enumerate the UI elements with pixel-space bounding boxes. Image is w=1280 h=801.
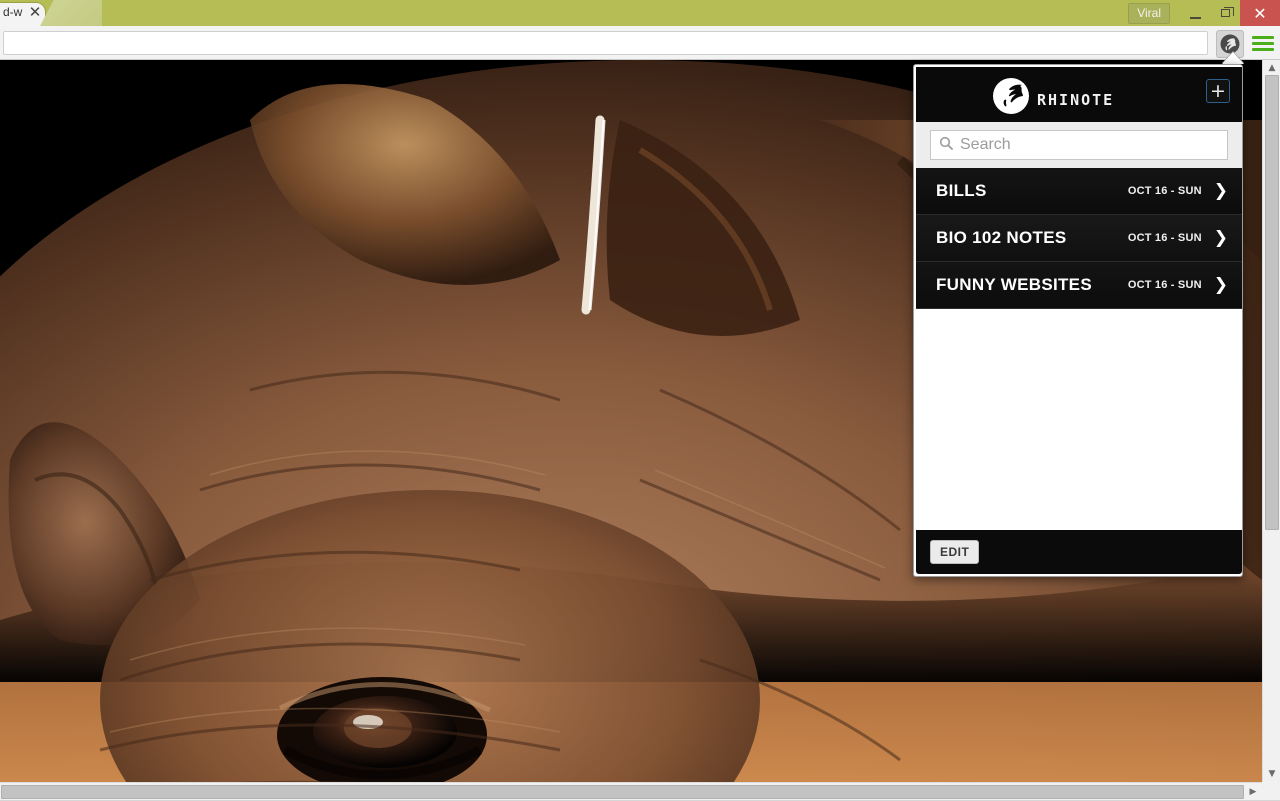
vertical-scrollbar[interactable]: ▲ ▼ (1262, 60, 1280, 782)
edit-button[interactable]: EDIT (930, 540, 979, 564)
vertical-scrollbar-thumb[interactable] (1265, 75, 1279, 530)
note-title: BILLS (936, 181, 1128, 201)
scroll-right-arrow-icon[interactable]: ▶ (1244, 783, 1262, 801)
scrollbar-corner (1262, 782, 1280, 800)
note-title: BIO 102 NOTES (936, 228, 1128, 248)
note-list-item[interactable]: BILLS OCT 16 - SUN ❯ (916, 168, 1242, 215)
scroll-up-arrow-icon[interactable]: ▲ (1263, 60, 1280, 76)
tab-strip-filler (40, 0, 102, 26)
popup-header: RHINOTE + (916, 67, 1242, 122)
popup-pointer-arrow (1222, 52, 1244, 64)
add-note-button[interactable]: + (1206, 79, 1230, 103)
chrome-menu-icon[interactable] (1252, 32, 1274, 54)
tab-strip: d-w ✕ Viral ✕ (0, 0, 1280, 26)
chevron-right-icon[interactable]: ❯ (1214, 275, 1228, 295)
note-date: OCT 16 - SUN (1128, 185, 1202, 197)
profile-name-badge[interactable]: Viral (1128, 3, 1170, 24)
rhinote-popup: RHINOTE + Search BILLS OCT 16 - SUN ❯ (913, 64, 1243, 577)
search-icon (939, 136, 953, 155)
tab-title-text: d-w (3, 5, 22, 19)
maximize-icon[interactable] (1210, 0, 1240, 26)
rhino-logo-icon (991, 77, 1033, 122)
chevron-right-icon[interactable]: ❯ (1214, 181, 1228, 201)
window-close-icon[interactable]: ✕ (1240, 0, 1280, 26)
brand-logo: RHINOTE (991, 77, 1114, 122)
browser-toolbar (0, 26, 1280, 60)
horizontal-scrollbar-thumb[interactable] (1, 785, 1244, 799)
note-list: BILLS OCT 16 - SUN ❯ BIO 102 NOTES OCT 1… (916, 168, 1242, 546)
minimize-icon[interactable] (1180, 0, 1210, 26)
note-list-item[interactable]: BIO 102 NOTES OCT 16 - SUN ❯ (916, 215, 1242, 262)
search-row: Search (916, 122, 1242, 168)
window-controls: Viral ✕ (1128, 0, 1280, 26)
address-bar[interactable] (3, 31, 1208, 55)
note-list-item[interactable]: FUNNY WEBSITES OCT 16 - SUN ❯ (916, 262, 1242, 309)
brand-wordmark: RHINOTE (1037, 91, 1114, 109)
horizontal-scrollbar[interactable]: ▶ (0, 782, 1262, 800)
note-date: OCT 16 - SUN (1128, 279, 1202, 291)
search-placeholder: Search (960, 136, 1011, 154)
scroll-down-arrow-icon[interactable]: ▼ (1263, 766, 1280, 782)
tab-close-icon[interactable]: ✕ (27, 4, 43, 20)
browser-window: d-w ✕ Viral ✕ (0, 0, 1280, 800)
popup-footer: EDIT (916, 530, 1242, 574)
chevron-right-icon[interactable]: ❯ (1214, 228, 1228, 248)
note-date: OCT 16 - SUN (1128, 232, 1202, 244)
note-title: FUNNY WEBSITES (936, 275, 1128, 295)
search-input[interactable]: Search (930, 130, 1228, 160)
